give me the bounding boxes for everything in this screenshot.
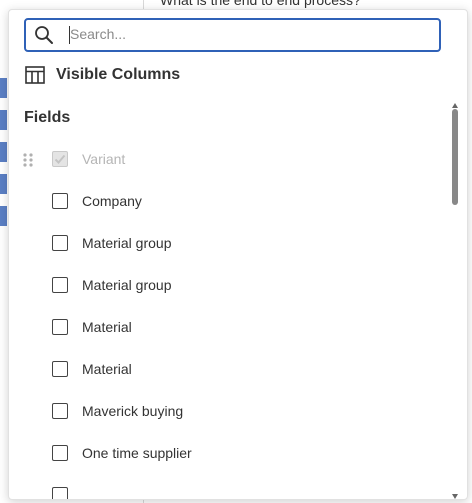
scroll-down-arrow-icon[interactable] bbox=[451, 487, 459, 499]
side-marker bbox=[0, 206, 7, 226]
field-label: Company bbox=[82, 193, 142, 209]
field-label: Material group bbox=[82, 277, 172, 293]
fields-heading: Fields bbox=[24, 109, 71, 126]
side-marker bbox=[0, 174, 7, 194]
field-label: One time supplier bbox=[82, 445, 192, 461]
field-label: Material group bbox=[82, 235, 172, 251]
field-row[interactable]: Material bbox=[9, 307, 449, 349]
search-input[interactable] bbox=[70, 23, 425, 45]
column-chooser-popover: Visible Columns Fields Variant Company bbox=[8, 9, 468, 500]
field-checkbox[interactable] bbox=[52, 361, 68, 377]
field-checkbox[interactable] bbox=[52, 151, 68, 167]
field-checkbox[interactable] bbox=[52, 487, 68, 499]
field-label: Material bbox=[82, 361, 132, 377]
field-row[interactable]: Material group bbox=[9, 223, 449, 265]
field-row[interactable]: One time supplier bbox=[9, 433, 449, 475]
side-marker bbox=[0, 78, 7, 98]
side-marker bbox=[0, 110, 7, 130]
field-checkbox[interactable] bbox=[52, 403, 68, 419]
field-row-variant[interactable]: Variant bbox=[9, 139, 449, 181]
scroll-up-arrow-icon[interactable] bbox=[451, 97, 459, 108]
search-icon bbox=[34, 25, 54, 45]
field-row[interactable]: Material bbox=[9, 349, 449, 391]
visible-columns-title: Visible Columns bbox=[56, 66, 181, 83]
field-checkbox[interactable] bbox=[52, 235, 68, 251]
field-label: Maverick buying bbox=[82, 403, 184, 419]
field-label: Material bbox=[82, 319, 132, 335]
field-row[interactable]: Maverick buying bbox=[9, 391, 449, 433]
field-row[interactable]: Material group bbox=[9, 265, 449, 307]
table-columns-icon bbox=[25, 66, 45, 84]
background-question-text: What is the end to end process? bbox=[160, 0, 361, 8]
scrollbar-thumb[interactable] bbox=[452, 109, 458, 205]
drag-handle-icon[interactable] bbox=[22, 152, 34, 168]
field-row-partial[interactable] bbox=[9, 475, 449, 499]
field-checkbox[interactable] bbox=[52, 277, 68, 293]
field-row[interactable]: Company bbox=[9, 181, 449, 223]
visible-columns-header: Visible Columns bbox=[25, 65, 180, 85]
list-scrollbar[interactable] bbox=[451, 97, 459, 499]
search-box[interactable] bbox=[24, 18, 441, 52]
field-checkbox[interactable] bbox=[52, 193, 68, 209]
field-label: Variant bbox=[82, 151, 126, 167]
field-checkbox[interactable] bbox=[52, 445, 68, 461]
side-marker bbox=[0, 142, 7, 162]
field-checkbox[interactable] bbox=[52, 319, 68, 335]
